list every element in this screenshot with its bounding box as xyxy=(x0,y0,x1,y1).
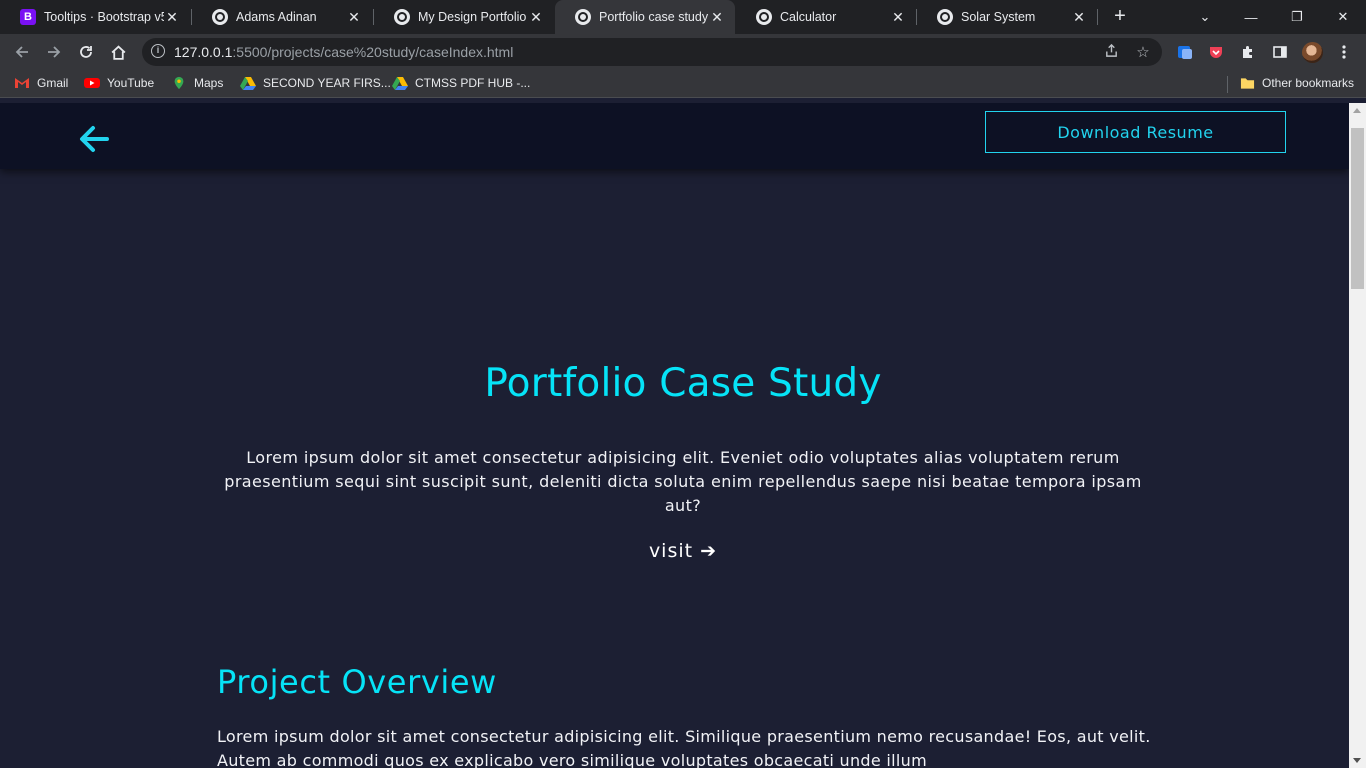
tab-close-icon[interactable]: ✕ xyxy=(346,9,362,26)
tab-title: Adams Adinan xyxy=(236,10,317,24)
tab-divider xyxy=(1097,9,1098,25)
globe-icon xyxy=(756,9,772,25)
tab-bootstrap-tooltips[interactable]: B Tooltips · Bootstrap v5. ✕ xyxy=(0,0,190,34)
tab-search-icon[interactable]: ⌄ xyxy=(1182,0,1228,34)
tab-solar-system[interactable]: Solar System ✕ xyxy=(917,0,1097,34)
tab-title: Solar System xyxy=(961,10,1036,24)
gmail-icon xyxy=(15,78,29,88)
tab-close-icon[interactable]: ✕ xyxy=(709,9,725,26)
download-resume-button[interactable]: Download Resume xyxy=(985,111,1286,153)
arrow-left-icon xyxy=(15,46,28,58)
minimize-button[interactable]: — xyxy=(1228,0,1274,34)
tab-adams-adinan[interactable]: Adams Adinan ✕ xyxy=(192,0,372,34)
tab-title: My Design Portfolio xyxy=(418,10,527,24)
youtube-icon xyxy=(84,78,100,88)
home-icon xyxy=(111,44,125,60)
bookmark-gmail[interactable]: Gmail xyxy=(14,76,68,90)
puzzle-extensions-icon[interactable] xyxy=(1238,42,1258,62)
arrow-right-icon xyxy=(48,46,61,58)
page-viewport: Download Resume Portfolio Case Study Lor… xyxy=(0,103,1349,768)
forward-button[interactable] xyxy=(40,38,68,66)
browser-toolbar: i 127.0.0.1:5500/projects/case%20study/c… xyxy=(0,34,1366,70)
reload-icon xyxy=(80,46,92,58)
tab-title: Tooltips · Bootstrap v5. xyxy=(44,10,164,24)
globe-icon xyxy=(937,9,953,25)
tab-close-icon[interactable]: ✕ xyxy=(164,9,180,26)
tab-calculator[interactable]: Calculator ✕ xyxy=(736,0,916,34)
globe-icon xyxy=(575,9,591,25)
visit-link[interactable]: visit ➔ xyxy=(0,540,1349,562)
side-panel-icon[interactable] xyxy=(1270,42,1290,62)
scroll-down-arrow-icon[interactable] xyxy=(1353,758,1361,763)
bookmark-ctmss-pdf-hub[interactable]: CTMSS PDF HUB -... xyxy=(392,76,530,90)
tab-close-icon[interactable]: ✕ xyxy=(528,9,544,26)
maps-icon xyxy=(174,76,184,90)
tab-strip: B Tooltips · Bootstrap v5. ✕ Adams Adina… xyxy=(0,0,1366,34)
close-window-button[interactable]: ✕ xyxy=(1320,0,1366,34)
back-button[interactable] xyxy=(8,38,36,66)
bookmark-star-icon[interactable]: ☆ xyxy=(1134,43,1152,61)
share-icon[interactable] xyxy=(1102,43,1120,61)
bootstrap-icon: B xyxy=(20,9,36,25)
restore-button[interactable]: ❐ xyxy=(1274,0,1320,34)
bookmark-youtube[interactable]: YouTube xyxy=(84,76,154,90)
menu-kebab-icon[interactable] xyxy=(1334,42,1354,62)
globe-icon xyxy=(212,9,228,25)
scrollbar-thumb[interactable] xyxy=(1351,128,1364,289)
pocket-extension-icon[interactable] xyxy=(1206,42,1226,62)
drive-icon xyxy=(240,77,256,90)
bookmarks-divider xyxy=(1227,76,1228,93)
page-title: Portfolio Case Study xyxy=(484,361,882,406)
info-icon[interactable]: i xyxy=(151,44,165,58)
drive-icon xyxy=(392,77,408,90)
home-button[interactable] xyxy=(104,38,132,66)
site-header: Download Resume xyxy=(0,103,1349,169)
back-arrow-icon[interactable] xyxy=(78,125,110,153)
page-scrollbar[interactable] xyxy=(1349,103,1366,768)
tab-title: Portfolio case study xyxy=(599,10,709,24)
url-text[interactable]: 127.0.0.1:5500/projects/case%20study/cas… xyxy=(174,44,513,60)
other-bookmarks[interactable]: Other bookmarks xyxy=(1240,76,1354,90)
scroll-up-arrow-icon[interactable] xyxy=(1353,108,1361,113)
tab-close-icon[interactable]: ✕ xyxy=(1071,9,1087,26)
new-tab-button[interactable]: + xyxy=(1108,5,1132,29)
bookmarks-bar: Gmail YouTube Maps SECOND YEAR FIRS... C… xyxy=(0,70,1366,98)
globe-icon xyxy=(394,9,410,25)
tab-design-portfolio[interactable]: My Design Portfolio ✕ xyxy=(374,0,554,34)
tab-close-icon[interactable]: ✕ xyxy=(890,9,906,26)
hero-description: Lorem ipsum dolor sit amet consectetur a… xyxy=(224,448,1142,515)
project-overview-text: Lorem ipsum dolor sit amet consectetur a… xyxy=(217,727,1151,768)
bookmark-maps[interactable]: Maps xyxy=(171,76,223,90)
translate-extension-icon[interactable] xyxy=(1175,42,1195,62)
folder-icon xyxy=(1240,78,1255,89)
address-bar[interactable]: i 127.0.0.1:5500/projects/case%20study/c… xyxy=(142,38,1162,66)
profile-avatar[interactable] xyxy=(1302,42,1323,63)
project-overview-heading: Project Overview xyxy=(217,663,497,701)
reload-button[interactable] xyxy=(72,38,100,66)
tab-title: Calculator xyxy=(780,10,837,24)
bookmark-second-year[interactable]: SECOND YEAR FIRS... xyxy=(240,76,391,90)
tab-portfolio-case-study[interactable]: Portfolio case study ✕ xyxy=(555,0,735,34)
